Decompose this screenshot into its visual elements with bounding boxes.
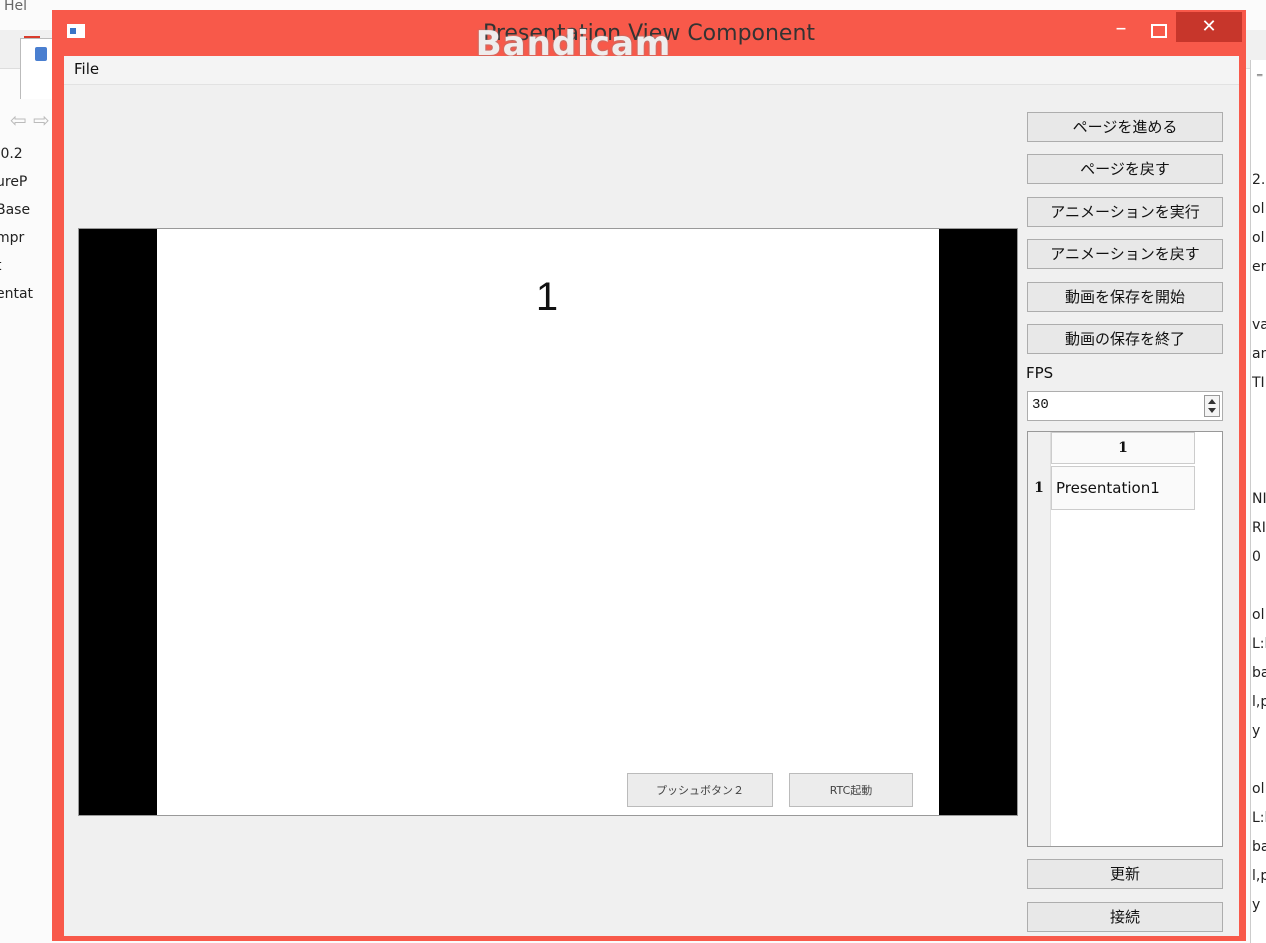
background-menu-help[interactable]: Hel [4,0,27,14]
right-text-line: 0 [1252,549,1261,565]
right-text-line: ba [1252,839,1266,855]
slide-canvas[interactable]: 1 プッシュボタン２ RTC起動 [157,229,939,815]
title-bar[interactable]: Presentation View Component – ✕ [52,10,1246,56]
fps-spinbox[interactable]: 30 [1027,391,1223,421]
right-text-line: RI [1252,520,1266,536]
presentation-table[interactable]: 1 1 Presentation1 [1027,431,1223,847]
right-text-line: y [1252,897,1261,913]
background-right-text: 2.: ol ol er va an TI NI RI 0 ol L:l ba … [1252,166,1266,920]
connect-button[interactable]: 接続 [1027,902,1223,932]
right-text-line: ol [1252,607,1265,623]
maximize-button[interactable] [1142,16,1172,46]
minimize-button[interactable]: – [1106,16,1136,46]
rtc-start-button[interactable]: RTC起動 [789,773,913,807]
right-text-line [1252,572,1266,601]
right-text-line: ol [1252,781,1265,797]
right-text-line: y [1252,723,1261,739]
right-text-line: er [1252,259,1266,275]
column-header[interactable]: 1 [1051,432,1195,464]
right-text-line: ol [1252,201,1265,217]
table-cell[interactable]: Presentation1 [1051,466,1195,510]
row-header[interactable]: 1 [1028,466,1050,510]
client-area: File 1 プッシュボタン２ RTC起動 ページを進める ページを戻す アニメ… [64,56,1239,936]
menu-file[interactable]: File [74,60,99,78]
right-text-line [1252,456,1266,485]
start-recording-button[interactable]: 動画を保存を開始 [1027,282,1223,312]
window-title: Presentation View Component [482,21,816,46]
stop-recording-button[interactable]: 動画の保存を終了 [1027,324,1223,354]
right-text-line: va [1252,317,1266,333]
slide-number: 1 [535,275,559,319]
right-text-line: ba [1252,665,1266,681]
right-text-line [1252,746,1266,775]
spinner-arrows-icon[interactable] [1204,395,1220,417]
run-animation-button[interactable]: アニメーションを実行 [1027,197,1223,227]
background-right-marker: ⁼ [1256,70,1264,86]
right-text-line [1252,398,1266,427]
spin-up-icon[interactable] [1208,399,1216,404]
right-text-line: TI [1252,375,1265,391]
spin-down-icon[interactable] [1208,408,1216,413]
right-text-line [1252,282,1266,311]
push-button-2[interactable]: プッシュボタン２ [627,773,773,807]
table-corner[interactable] [1028,432,1050,464]
menu-bar: File [64,56,1239,85]
next-page-button[interactable]: ページを進める [1027,112,1223,142]
update-button[interactable]: 更新 [1027,859,1223,889]
right-text-line: 2.: [1252,172,1266,188]
file-icon [35,47,47,61]
right-text-line: L:l [1252,810,1266,826]
undo-animation-button[interactable]: アニメーションを戻す [1027,239,1223,269]
presentation-view-window: Presentation View Component – ✕ Bandicam… [52,10,1246,941]
right-text-line [1252,427,1266,456]
right-text-line: l,p [1252,868,1266,884]
right-text-line: l,p [1252,694,1266,710]
right-text-line: an [1252,346,1266,362]
prev-page-button[interactable]: ページを戻す [1027,154,1223,184]
right-text-line: L:l [1252,636,1266,652]
right-text-line: NI [1252,491,1266,507]
navigation-arrows-icon[interactable]: ⇦ ⇨ [10,108,50,132]
close-button[interactable]: ✕ [1176,12,1242,42]
fps-value[interactable]: 30 [1032,397,1049,413]
presentation-view: 1 プッシュボタン２ RTC起動 [78,228,1018,816]
right-text-line: ol [1252,230,1265,246]
fps-label: FPS [1026,364,1054,382]
